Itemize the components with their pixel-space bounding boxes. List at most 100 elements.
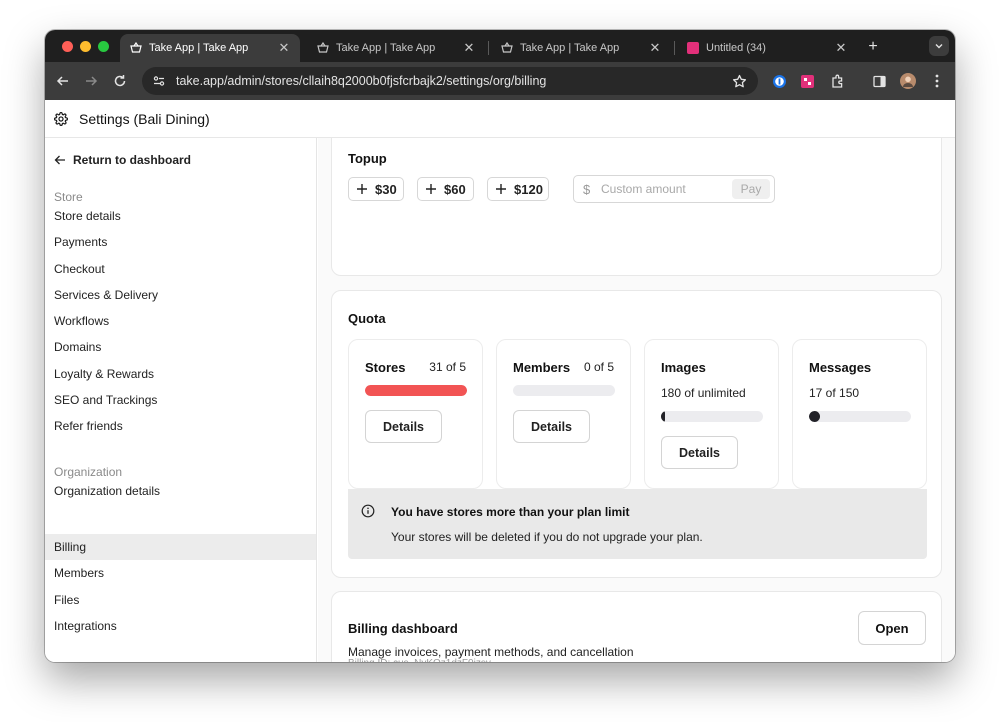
close-window-button[interactable] xyxy=(62,41,73,52)
quota-count: 0 of 5 xyxy=(583,360,614,374)
site-settings-icon[interactable] xyxy=(151,73,167,89)
billing-dashboard-description: Manage invoices, payment methods, and ca… xyxy=(348,645,634,659)
close-tab-icon[interactable]: ✕ xyxy=(276,40,292,56)
open-billing-dashboard-button[interactable]: Open xyxy=(858,611,926,645)
side-panel-icon[interactable] xyxy=(870,72,888,90)
address-bar[interactable]: take.app/admin/stores/cllaih8q2000b0fjsf… xyxy=(142,67,758,95)
settings-sidebar: Return to dashboard Store Store details … xyxy=(45,138,317,662)
sidebar-item-store-details[interactable]: Store details xyxy=(45,203,316,229)
sidebar-item-organization-details[interactable]: Organization details xyxy=(45,478,316,504)
browser-tab-4[interactable]: Untitled (34) ✕ xyxy=(677,34,857,62)
tab-divider xyxy=(674,41,675,55)
reload-icon[interactable] xyxy=(110,71,130,91)
topup-amount: $60 xyxy=(444,181,466,197)
usage-bar-fill xyxy=(365,385,467,396)
tab-strip: Take App | Take App ✕ Take App | Take Ap… xyxy=(45,30,955,62)
members-usage-bar xyxy=(513,385,615,396)
password-manager-icon[interactable] xyxy=(770,72,788,90)
tab-title: Take App | Take App xyxy=(149,42,249,54)
minimize-window-button[interactable] xyxy=(80,41,91,52)
browser-tab-2[interactable]: Take App | Take App ✕ xyxy=(307,34,485,62)
topup-title: Topup xyxy=(348,151,387,166)
sidebar-item-loyalty-rewards[interactable]: Loyalty & Rewards xyxy=(45,361,316,387)
plus-icon xyxy=(357,184,367,194)
dollar-icon: $ xyxy=(583,181,591,197)
arrow-left-icon xyxy=(54,154,66,166)
quota-count: 31 of 5 xyxy=(429,360,466,374)
sidebar-item-domains[interactable]: Domains xyxy=(45,334,316,360)
plus-icon xyxy=(426,184,436,194)
extensions-puzzle-icon[interactable] xyxy=(828,72,846,90)
store-section-label: Store xyxy=(54,190,83,204)
topup-card: Topup $30 $60 $120 $ Pay xyxy=(331,138,942,276)
browser-menu-kebab-icon[interactable] xyxy=(928,72,946,90)
topup-amount: $120 xyxy=(514,181,543,197)
close-tab-icon[interactable]: ✕ xyxy=(461,40,477,56)
tab-title: Take App | Take App xyxy=(520,42,620,54)
settings-header: Settings (Bali Dining) xyxy=(45,100,955,138)
sidebar-item-payments[interactable]: Payments xyxy=(45,229,316,255)
stores-usage-bar xyxy=(365,385,467,396)
tab-title: Untitled (34) xyxy=(706,42,766,54)
topup-amount: $30 xyxy=(375,181,397,197)
basket-icon xyxy=(130,42,142,54)
gear-icon xyxy=(53,111,69,127)
maximize-window-button[interactable] xyxy=(98,41,109,52)
return-to-dashboard-link[interactable]: Return to dashboard xyxy=(54,153,191,167)
sidebar-item-seo-trackings[interactable]: SEO and Trackings xyxy=(45,387,316,413)
close-tab-icon[interactable]: ✕ xyxy=(833,40,849,56)
tab-search-chevron-icon[interactable] xyxy=(929,36,949,56)
sidebar-item-refer-friends[interactable]: Refer friends xyxy=(45,413,316,439)
plus-icon xyxy=(496,184,506,194)
back-arrow-icon[interactable] xyxy=(53,71,73,91)
quota-messages: Messages 17 of 150 xyxy=(792,339,927,489)
forward-arrow-icon[interactable] xyxy=(81,71,101,91)
sidebar-item-billing[interactable]: Billing xyxy=(45,534,316,560)
sidebar-item-members[interactable]: Members xyxy=(45,560,316,586)
custom-amount-input[interactable] xyxy=(601,182,721,196)
browser-tab-1[interactable]: Take App | Take App ✕ xyxy=(120,34,300,62)
pay-button[interactable]: Pay xyxy=(732,179,770,199)
topup-30-button[interactable]: $30 xyxy=(348,177,404,201)
images-details-button[interactable]: Details xyxy=(661,436,738,469)
messages-usage-bar xyxy=(809,411,911,422)
topup-60-button[interactable]: $60 xyxy=(417,177,474,201)
usage-bar-fill xyxy=(661,411,665,422)
quota-images: Images 180 of unlimited Details xyxy=(644,339,779,489)
billing-main: Topup $30 $60 $120 $ Pay Quota xyxy=(318,138,955,662)
billing-dashboard-card: Billing dashboard Manage invoices, payme… xyxy=(331,591,942,662)
tab-divider xyxy=(488,41,489,55)
new-tab-plus-icon[interactable]: + xyxy=(863,37,883,57)
organization-section-label: Organization xyxy=(54,465,123,479)
url-text: take.app/admin/stores/cllaih8q2000b0fjsf… xyxy=(176,74,547,88)
browser-window: Take App | Take App ✕ Take App | Take Ap… xyxy=(45,30,955,662)
browser-tab-3[interactable]: Take App | Take App ✕ xyxy=(491,34,671,62)
bookmark-star-icon[interactable] xyxy=(730,72,748,90)
plan-limit-alert: You have stores more than your plan limi… xyxy=(348,489,927,559)
quota-label: Stores xyxy=(365,360,406,375)
quota-count: 180 of unlimited xyxy=(661,386,746,400)
members-details-button[interactable]: Details xyxy=(513,410,590,443)
sidebar-item-integrations[interactable]: Integrations xyxy=(45,613,316,639)
close-tab-icon[interactable]: ✕ xyxy=(647,40,663,56)
sidebar-item-services-delivery[interactable]: Services & Delivery xyxy=(45,282,316,308)
info-circle-icon xyxy=(361,504,375,518)
quota-label: Messages xyxy=(809,360,872,375)
app-extension-icon[interactable] xyxy=(798,72,816,90)
sidebar-item-files[interactable]: Files xyxy=(45,587,316,613)
custom-amount-field: $ Pay xyxy=(573,175,775,203)
profile-avatar-icon[interactable] xyxy=(899,72,917,90)
quota-card: Quota Stores 31 of 5 Details Members 0 o… xyxy=(331,290,942,578)
topup-120-button[interactable]: $120 xyxy=(487,177,549,201)
sidebar-item-workflows[interactable]: Workflows xyxy=(45,308,316,334)
usage-bar-fill xyxy=(809,411,821,422)
quota-members: Members 0 of 5 Details xyxy=(496,339,631,489)
return-label: Return to dashboard xyxy=(73,153,192,167)
quota-label: Members xyxy=(513,360,571,375)
alert-body: Your stores will be deleted if you do no… xyxy=(391,530,703,544)
sidebar-item-checkout[interactable]: Checkout xyxy=(45,256,316,282)
billing-id: Billing ID: cus_NyKQz1dzF0izsv xyxy=(348,658,491,662)
stores-details-button[interactable]: Details xyxy=(365,410,442,443)
basket-icon xyxy=(501,42,513,54)
quota-count: 17 of 150 xyxy=(809,386,860,400)
